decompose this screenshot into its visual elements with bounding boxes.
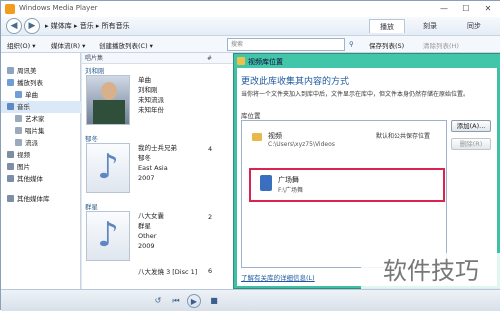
music-icon: [7, 103, 14, 110]
album-art-placeholder[interactable]: ♪: [86, 143, 130, 193]
app-logo-icon: [5, 4, 15, 14]
shuffle-button[interactable]: ↺: [151, 294, 165, 308]
dialog-title: 视频库位置: [248, 58, 283, 66]
nav-item-artist[interactable]: 艺术家: [1, 113, 81, 125]
music-note-icon: ♪: [97, 147, 119, 187]
back-button[interactable]: ◀: [6, 18, 22, 34]
dialog-title-bar: 视频库位置: [234, 54, 500, 68]
playlist-item-icon: [15, 91, 22, 98]
nav-item-other-media[interactable]: 其他媒体: [1, 173, 81, 185]
album-icon: [15, 127, 22, 134]
track-number: 4: [208, 145, 213, 153]
playback-bar: ↺ ⏮ ▶ ■: [1, 289, 500, 311]
dialog-heading: 更改此库收集其内容的方式: [241, 77, 350, 87]
column-header-album[interactable]: 唱片集: [82, 53, 204, 64]
nav-item-pictures[interactable]: 图片: [1, 161, 81, 173]
nav-item-single[interactable]: 单曲: [1, 89, 81, 101]
genre-icon: [15, 139, 22, 146]
group-header: 郁冬: [85, 135, 98, 143]
dialog-description: 当你将一个文件夹加入到库中后，文件显示在库中，但文件本身仍然存储在原始位置。: [241, 91, 470, 98]
group-header: 刘和刚: [85, 67, 105, 75]
watermark: 软件技巧: [361, 253, 500, 289]
nav-item-video[interactable]: 视频: [1, 149, 81, 161]
organize-menu[interactable]: 组织(O) ▾: [7, 40, 36, 50]
close-button[interactable]: ✕: [479, 3, 497, 15]
column-header-number[interactable]: #: [204, 53, 235, 64]
search-icon[interactable]: ⚲: [349, 40, 354, 48]
other-libraries-icon: [7, 195, 14, 202]
library-help-link[interactable]: 了解有关库的详细信息(L): [241, 272, 315, 282]
playlist-icon: [7, 79, 14, 86]
delete-location-button[interactable]: 删除(R): [451, 138, 491, 150]
nav-item-other-libraries[interactable]: 其他媒体库: [1, 193, 81, 205]
previous-button[interactable]: ⏮: [169, 294, 183, 308]
maximize-button[interactable]: ☐: [457, 3, 475, 15]
tab-sync[interactable]: 同步: [457, 19, 491, 33]
album-art-placeholder[interactable]: ♪: [86, 211, 130, 261]
highlight-box: [249, 168, 445, 202]
album-list: 唱片集 # 刘和刚 单曲 刘和刚 未知流派 未知年份 郁冬 ♪ 我的士兵兄弟 郁冬 Eas…: [82, 53, 235, 289]
tab-burn[interactable]: 刻录: [413, 19, 447, 33]
album-info[interactable]: 八大女囊 群星 Other 2009: [138, 211, 164, 251]
folder-icon: [252, 133, 262, 141]
album-info[interactable]: 我的士兵兄弟 郁冬 East Asia 2007: [138, 143, 177, 183]
search-input[interactable]: 搜索: [227, 38, 345, 51]
breadcrumb[interactable]: ▸ 媒体库 ▸ 音乐 ▸ 所有音乐: [45, 21, 130, 31]
clear-list-button[interactable]: 清除列表(H): [423, 40, 459, 50]
library-locations-label: 库位置: [241, 112, 261, 120]
album-art-photo[interactable]: [86, 75, 130, 125]
user-icon: [7, 67, 14, 74]
stream-menu[interactable]: 媒体流(R) ▾: [51, 40, 85, 50]
group-header: 群星: [85, 203, 98, 211]
album-info[interactable]: 单曲 刘和刚 未知流派 未知年份: [138, 75, 164, 115]
track-number: 6: [208, 267, 213, 275]
track-number: 2: [208, 213, 213, 221]
left-navigation: 周讯美 播放列表 单曲 音乐 艺术家 唱片集 流派 视频 图片 其他媒体 其他媒…: [1, 53, 81, 289]
library-icon: [237, 57, 245, 65]
nav-item-user[interactable]: 周讯美: [1, 65, 81, 77]
other-media-icon: [7, 175, 14, 182]
toolbar: 组织(O) ▾ 媒体流(R) ▾ 创建播放列表(C) ▾ 搜索 ⚲ 保存列表(S…: [1, 35, 500, 53]
video-icon: [7, 151, 14, 158]
save-list-button[interactable]: 保存列表(S): [369, 40, 404, 50]
tab-play[interactable]: 播放: [369, 19, 405, 33]
nav-item-music[interactable]: 音乐: [1, 101, 81, 113]
window-title: Windows Media Player: [19, 4, 98, 12]
stop-button[interactable]: ■: [207, 294, 221, 308]
album-title[interactable]: 八大发燒 3 [Disc 1]: [138, 267, 197, 277]
forward-button[interactable]: ▶: [24, 18, 40, 34]
nav-item-playlists[interactable]: 播放列表: [1, 77, 81, 89]
play-button[interactable]: ▶: [187, 294, 201, 308]
music-note-icon: ♪: [97, 215, 119, 255]
pictures-icon: [7, 163, 14, 170]
minimize-button[interactable]: —: [435, 3, 453, 15]
nav-item-genre[interactable]: 流派: [1, 137, 81, 149]
media-player-window: Windows Media Player — ☐ ✕ ◀ ▶ ▸ 媒体库 ▸ 音…: [0, 0, 500, 311]
title-bar: Windows Media Player — ☐ ✕: [1, 1, 500, 17]
artist-icon: [15, 115, 22, 122]
create-playlist-menu[interactable]: 创建播放列表(C) ▾: [99, 40, 153, 50]
nav-item-album[interactable]: 唱片集: [1, 125, 81, 137]
add-location-button[interactable]: 添加(A)...: [451, 120, 491, 132]
